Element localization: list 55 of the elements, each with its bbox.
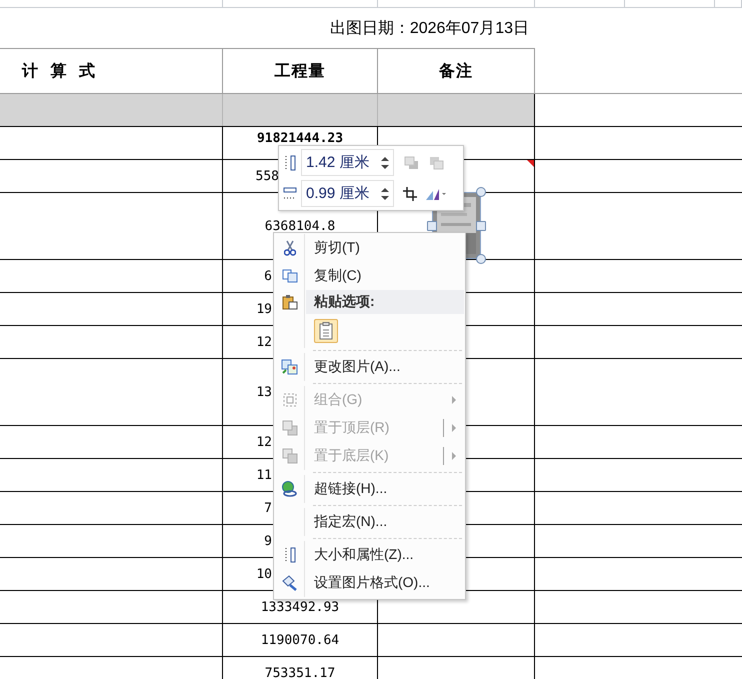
resize-handle[interactable] — [476, 187, 486, 197]
copy-icon — [282, 269, 298, 283]
quantity-cell: 1190070.64 — [260, 632, 340, 648]
height-field[interactable]: 1.42 厘米 — [301, 149, 394, 176]
quantity-cell: 1333492.93 — [260, 600, 340, 614]
submenu-arrow-icon — [452, 452, 456, 460]
format-brush-icon — [281, 575, 298, 591]
quantity-cell: 9 — [264, 534, 272, 548]
send-backward-icon — [282, 448, 298, 464]
quantity-cell: 11 — [256, 468, 272, 482]
group-icon — [282, 392, 298, 408]
quantity-cell: 91821444.23 — [256, 130, 344, 146]
clipboard-icon — [319, 322, 333, 340]
resize-handle[interactable] — [476, 221, 486, 231]
menu-item[interactable]: 剪切(T) — [275, 234, 464, 262]
width-field[interactable]: 0.99 厘米 — [301, 180, 394, 207]
bring-forward-icon[interactable] — [404, 156, 419, 170]
globe-link-icon — [281, 481, 298, 497]
quantity-cell: 10 — [256, 566, 272, 582]
quantity-cell: 6 — [264, 268, 272, 284]
menu-item[interactable]: 大小和属性(Z)... — [275, 541, 464, 569]
submenu-arrow-icon — [452, 396, 456, 404]
quantity-cell: 19 — [256, 302, 272, 316]
menu-item[interactable]: 超链接(H)... — [275, 475, 464, 503]
spinner-arrows-icon[interactable] — [381, 156, 389, 170]
column-header: 计 算 式 — [22, 62, 99, 82]
quantity-cell: 12 — [256, 334, 272, 350]
rotate-icon[interactable] — [425, 186, 447, 200]
print-date: 出图日期：2026年07月13日 — [330, 18, 529, 38]
picture-swap-icon — [281, 359, 298, 375]
paste-icon — [282, 294, 298, 310]
crop-icon[interactable] — [403, 186, 417, 200]
menu-item[interactable]: 设置图片格式(O)... — [275, 569, 464, 597]
scissors-icon — [284, 240, 296, 256]
width-icon — [283, 186, 297, 200]
quantity-cell: 6368104.8 — [264, 218, 336, 234]
size-icon — [282, 547, 296, 563]
resize-handle[interactable] — [476, 254, 486, 264]
quantity-cell: 7 — [264, 500, 272, 516]
bring-forward-icon — [282, 420, 298, 436]
menu-item[interactable]: 更改图片(A)... — [275, 353, 464, 381]
spinner-arrows-icon[interactable] — [381, 186, 389, 200]
resize-handle[interactable] — [427, 221, 437, 231]
quantity-cell: 558 — [256, 168, 279, 184]
paste-option-button[interactable] — [314, 319, 338, 343]
column-header: 工程量 — [274, 62, 326, 82]
quantity-cell: 12 — [256, 434, 272, 450]
submenu-arrow-icon — [452, 424, 456, 432]
quantity-cell: 753351.17 — [264, 666, 336, 679]
column-header: 备注 — [439, 61, 473, 82]
height-icon — [283, 154, 297, 170]
menu-item[interactable]: 指定宏(N)... — [275, 508, 464, 536]
menu-section-header: 粘贴选项: — [306, 290, 464, 314]
menu-item[interactable]: 复制(C) — [275, 262, 464, 290]
quantity-cell: 13 — [256, 384, 272, 400]
